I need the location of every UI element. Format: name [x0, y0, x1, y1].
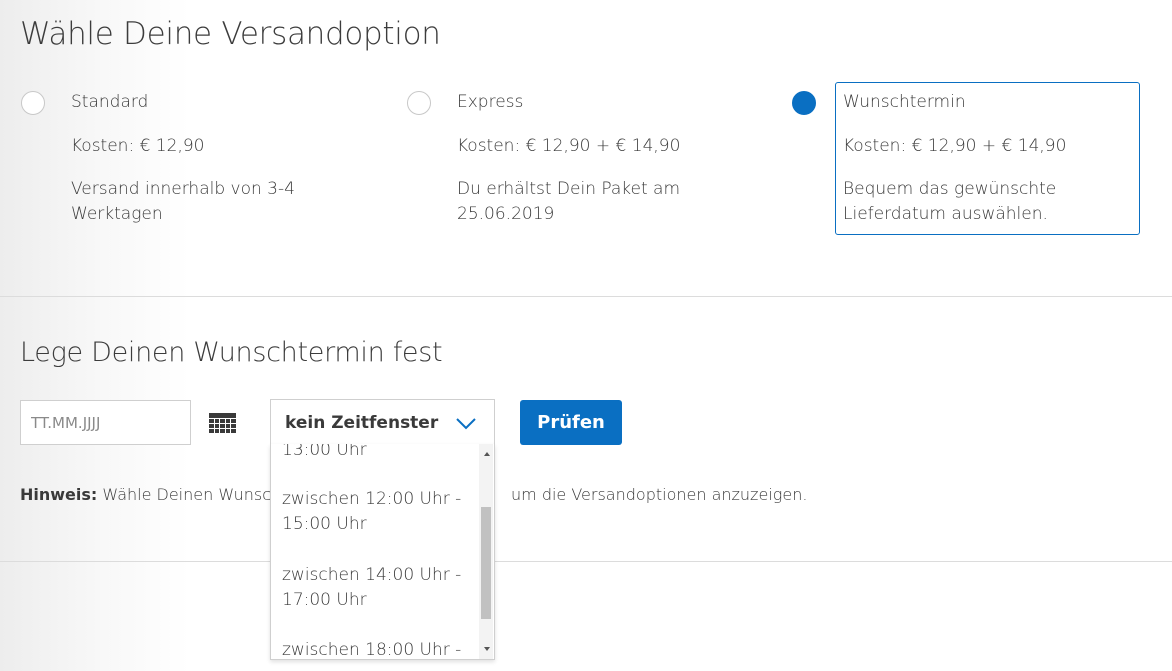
scroll-down-icon[interactable]: [484, 647, 490, 651]
shipping-title: Wähle Deine Versandoption: [20, 16, 441, 52]
appointment-title: Lege Deinen Wunschtermin fest: [20, 337, 443, 368]
option-wunschtermin-name: Wunschtermin: [843, 92, 966, 112]
option-express-name: Express: [457, 92, 524, 112]
hint-text-end: um die Versandoptionen anzuzeigen.: [511, 485, 808, 504]
calendar-icon[interactable]: [209, 413, 236, 439]
option-standard-cost: Kosten: € 12,90: [71, 136, 205, 156]
radio-standard[interactable]: [21, 91, 45, 115]
dropdown-option[interactable]: 13:00 Uhr: [282, 444, 467, 463]
time-window-dropdown[interactable]: 13:00 Uhr zwischen 12:00 Uhr - 15:00 Uhr…: [270, 444, 495, 660]
option-standard-name: Standard: [71, 92, 149, 112]
radio-express[interactable]: [407, 91, 431, 115]
dropdown-option[interactable]: zwischen 12:00 Uhr - 15:00 Uhr: [282, 487, 467, 537]
scroll-up-icon[interactable]: [484, 452, 490, 456]
check-button[interactable]: Prüfen: [520, 400, 622, 445]
hint-label: Hinweis:: [20, 485, 98, 504]
option-wunschtermin-cost: Kosten: € 12,90 + € 14,90: [843, 136, 1067, 156]
date-input[interactable]: [20, 400, 191, 445]
radio-wunschtermin[interactable]: [792, 91, 816, 115]
chevron-down-icon: [456, 415, 476, 434]
section-divider-2: [0, 561, 1172, 562]
option-express-desc: Du erhältst Dein Paket am 25.06.2019: [457, 179, 681, 224]
option-express-cost: Kosten: € 12,90 + € 14,90: [457, 136, 681, 156]
time-window-select[interactable]: kein Zeitfenster: [270, 399, 495, 445]
dropdown-option[interactable]: zwischen 18:00 Uhr -: [282, 638, 467, 659]
option-standard-desc: Versand innerhalb von 3-4 Werktagen: [71, 179, 295, 224]
hint-text-start: Wähle Deinen Wunsc: [97, 485, 271, 504]
section-divider: [0, 296, 1172, 297]
time-window-value: kein Zeitfenster: [285, 413, 439, 433]
dropdown-scroll-thumb[interactable]: [481, 507, 491, 619]
hint-text: Hinweis: Wähle Deinen Wunsc um die Versan…: [20, 485, 807, 504]
option-wunschtermin-desc: Bequem das gewünschte Lieferdatum auswäh…: [843, 179, 1057, 224]
dropdown-option[interactable]: zwischen 14:00 Uhr - 17:00 Uhr: [282, 563, 467, 613]
